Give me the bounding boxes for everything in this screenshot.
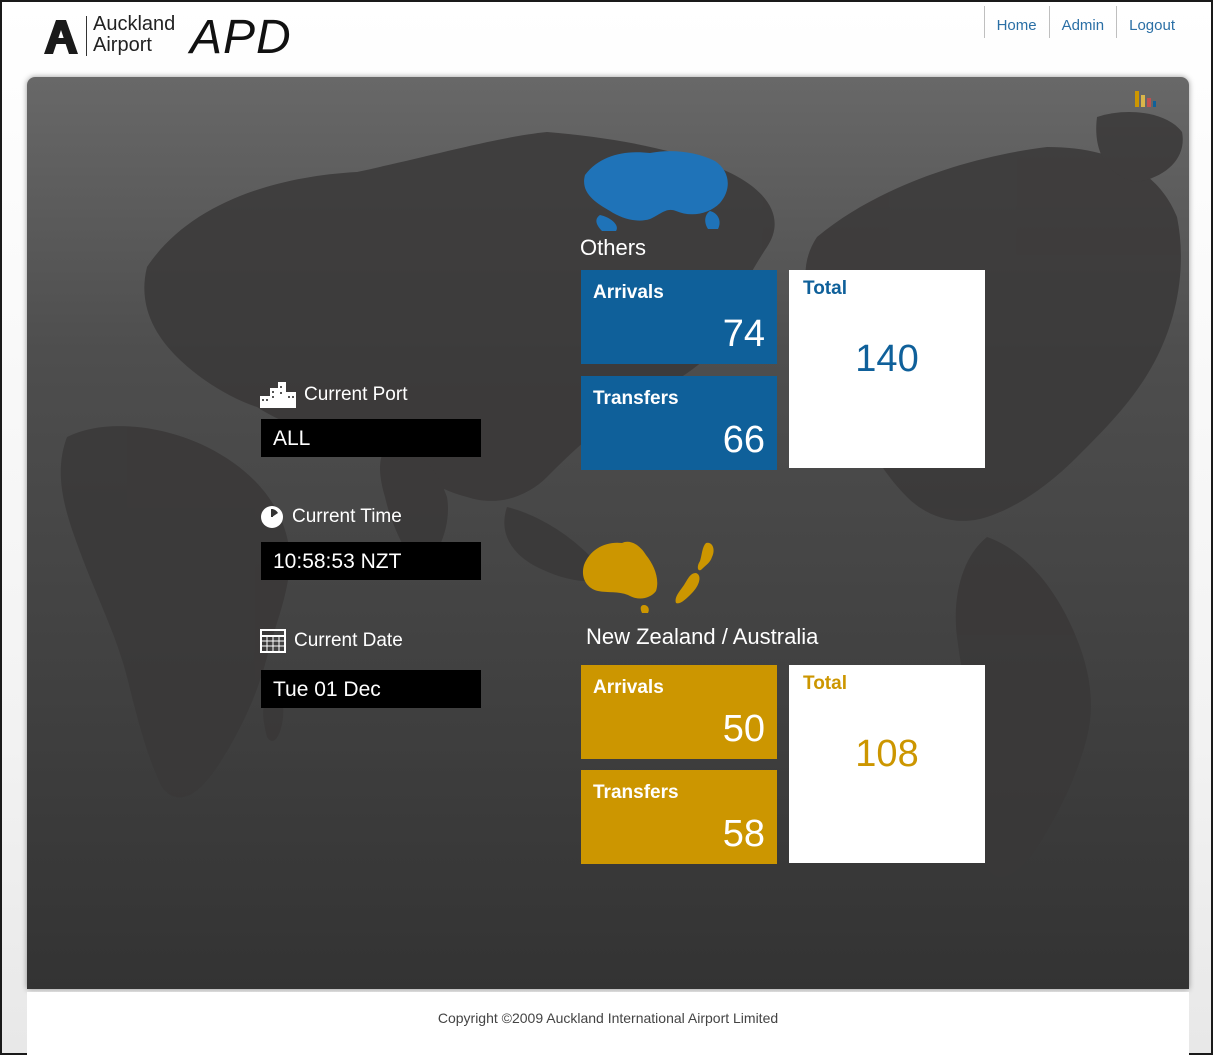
nz-arrivals-value: 50 <box>722 708 765 750</box>
current-port-label-group: Current Port <box>260 382 407 408</box>
calendar-icon <box>260 629 286 653</box>
nz-arrivals-label: Arrivals <box>593 677 664 698</box>
nav-logout-link[interactable]: Logout <box>1116 6 1187 38</box>
current-time-label: Current Time <box>292 506 402 527</box>
nz-transfers-value: 58 <box>722 813 765 855</box>
region-title-nz-australia: New Zealand / Australia <box>586 624 819 649</box>
nav-admin-link[interactable]: Admin <box>1048 6 1117 38</box>
nz-transfers-label: Transfers <box>593 782 679 803</box>
logo-line-1: Auckland <box>93 13 176 35</box>
current-date-value: Tue 01 Dec <box>261 670 481 708</box>
nz-australia-map-icon <box>582 541 714 613</box>
current-port-value: ALL <box>261 419 481 457</box>
dashboard-panel: Current Port ALL Current Time 10:58:53 N… <box>27 77 1189 989</box>
logo-line-2: Airport <box>93 34 152 56</box>
app-frame: Auckland Airport APD Home Admin Logout C… <box>0 0 1213 1055</box>
nz-transfers-tile[interactable]: Transfers 58 <box>581 770 777 864</box>
region-title-others: Others <box>580 235 647 260</box>
nz-total-label: Total <box>803 673 847 694</box>
buildings-icon <box>260 382 296 408</box>
others-arrivals-tile[interactable]: Arrivals 74 <box>581 270 777 364</box>
nz-total-tile[interactable]: Total 108 <box>789 665 985 863</box>
others-arrivals-label: Arrivals <box>593 282 664 303</box>
current-date-label-group: Current Date <box>260 629 403 653</box>
airport-logo-icon <box>44 20 78 54</box>
clock-icon <box>261 506 283 528</box>
logo-wordmark: Auckland Airport <box>93 14 175 56</box>
others-total-value: 140 <box>855 338 919 380</box>
nav-home-link[interactable]: Home <box>983 6 1049 38</box>
footer: Copyright ©2009 Auckland International A… <box>27 992 1189 1055</box>
current-port-label: Current Port <box>304 384 408 405</box>
others-total-tile[interactable]: Total 140 <box>789 270 985 468</box>
others-total-label: Total <box>803 278 847 299</box>
current-time-label-group: Current Time <box>260 505 402 529</box>
others-arrivals-value: 74 <box>722 313 765 355</box>
copyright-text: Copyright ©2009 Auckland International A… <box>437 1010 779 1026</box>
current-time-value: 10:58:53 NZT <box>261 542 481 580</box>
app-title: APD <box>190 11 292 64</box>
nz-total-value: 108 <box>855 733 919 775</box>
others-transfers-value: 66 <box>722 419 765 461</box>
nz-arrivals-tile[interactable]: Arrivals 50 <box>581 665 777 759</box>
logo-divider <box>86 16 87 56</box>
bar-chart-icon[interactable] <box>1134 89 1156 107</box>
others-transfers-tile[interactable]: Transfers 66 <box>581 376 777 470</box>
world-globe-icon <box>584 151 728 231</box>
top-nav: Home Admin Logout <box>983 6 1187 38</box>
current-date-label: Current Date <box>294 630 403 651</box>
others-transfers-label: Transfers <box>593 388 679 409</box>
